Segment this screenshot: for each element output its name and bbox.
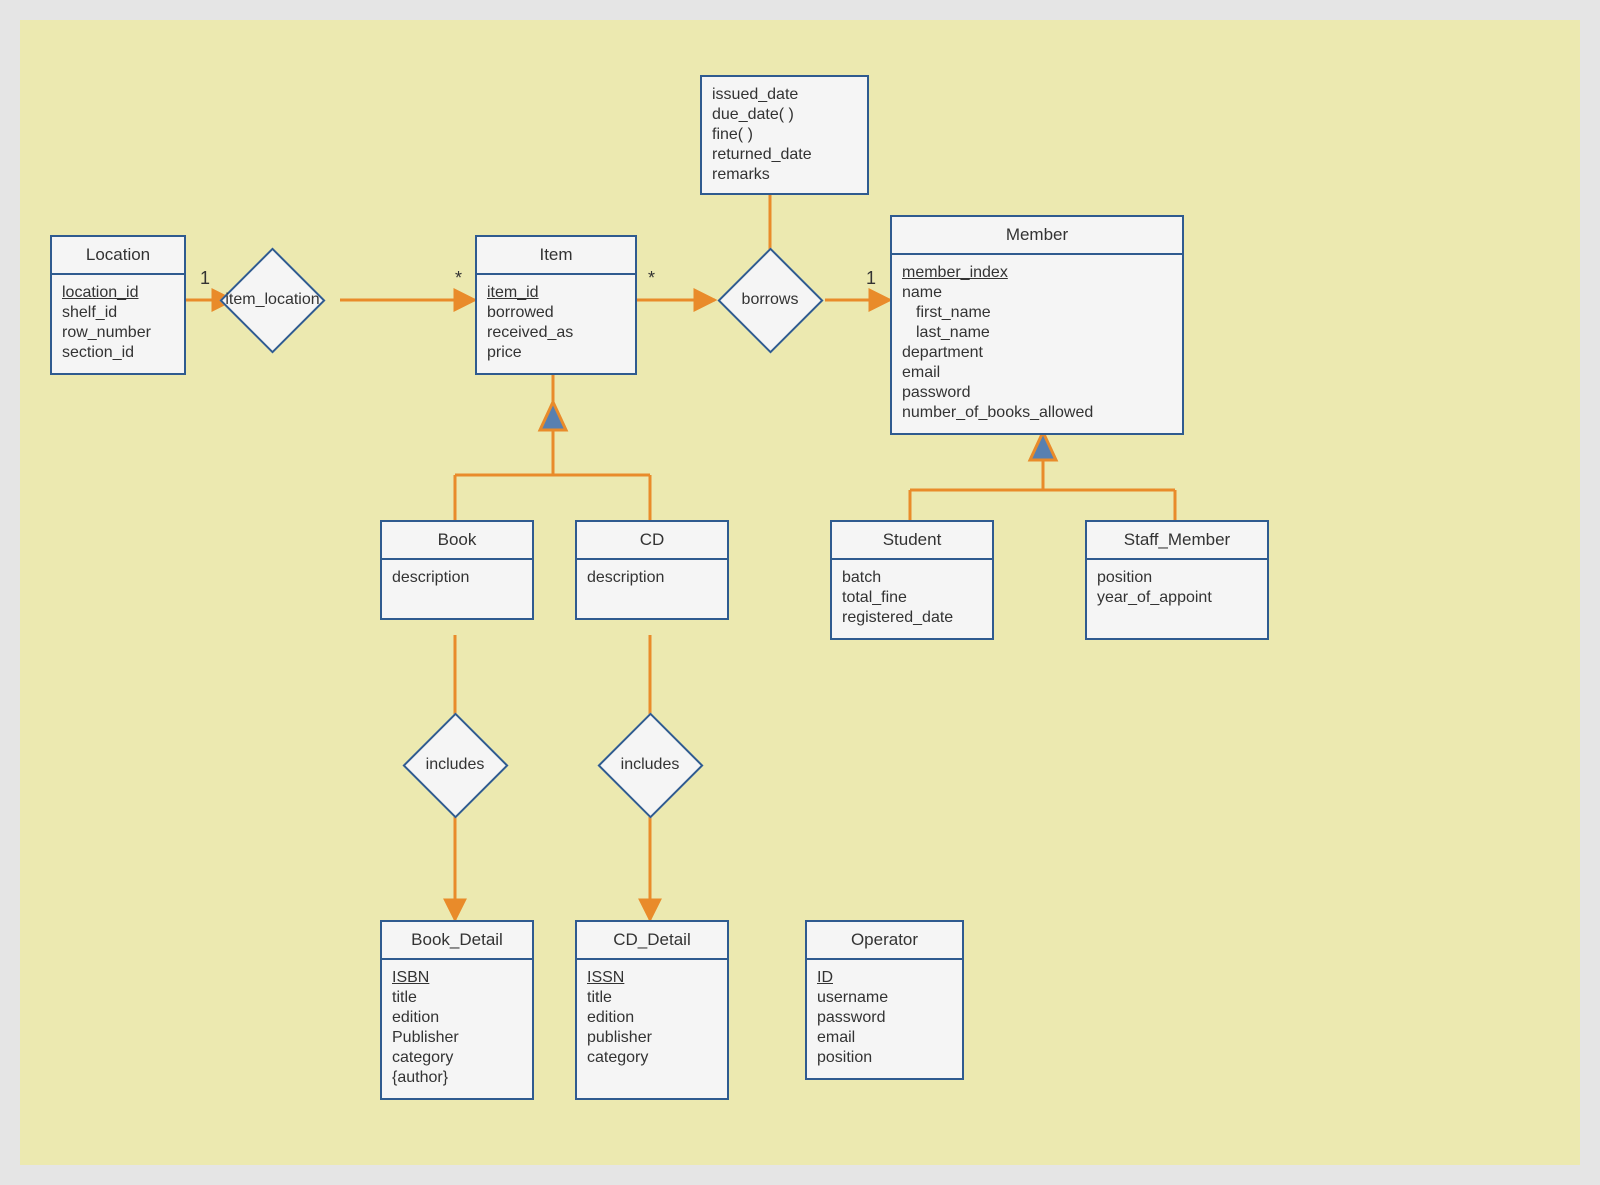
attr: edition — [392, 1008, 522, 1028]
entity-book-detail: Book_Detail ISBN title edition Publisher… — [380, 920, 534, 1100]
attr: due_date( ) — [712, 105, 857, 125]
attr: password — [817, 1008, 952, 1028]
attr: remarks — [712, 165, 857, 185]
attr: username — [817, 988, 952, 1008]
attr: batch — [842, 568, 982, 588]
relationship-label: includes — [426, 756, 485, 774]
attr: borrowed — [487, 303, 625, 323]
entity-title: CD_Detail — [577, 922, 727, 960]
entity-title: Location — [52, 237, 184, 275]
cardinality: 1 — [200, 268, 210, 289]
attr: section_id — [62, 343, 174, 363]
entity-title: Operator — [807, 922, 962, 960]
attr: department — [902, 343, 1172, 363]
entity-title: Member — [892, 217, 1182, 255]
attr: first_name — [902, 303, 1172, 323]
attr: name — [902, 283, 1172, 303]
attr: title — [587, 988, 717, 1008]
entity-cd: CD description — [575, 520, 729, 620]
attr-key: ISBN — [392, 968, 522, 988]
attr: {author} — [392, 1068, 522, 1088]
attr: description — [392, 568, 522, 588]
attr: shelf_id — [62, 303, 174, 323]
cardinality: * — [455, 268, 462, 289]
entity-book: Book description — [380, 520, 534, 620]
attr: email — [902, 363, 1172, 383]
cardinality: 1 — [866, 268, 876, 289]
attr: year_of_appoint — [1097, 588, 1257, 608]
entity-operator: Operator ID username password email posi… — [805, 920, 964, 1080]
attr: password — [902, 383, 1172, 403]
attr: publisher — [587, 1028, 717, 1048]
attr: returned_date — [712, 145, 857, 165]
attr: Publisher — [392, 1028, 522, 1048]
attr: edition — [587, 1008, 717, 1028]
entity-title: Book_Detail — [382, 922, 532, 960]
attr-key: ISSN — [587, 968, 717, 988]
cardinality: * — [648, 268, 655, 289]
entity-title: Student — [832, 522, 992, 560]
entity-staff-member: Staff_Member position year_of_appoint — [1085, 520, 1269, 640]
attr: position — [1097, 568, 1257, 588]
relationship-includes-book: includes — [418, 728, 493, 803]
attr: email — [817, 1028, 952, 1048]
attr: number_of_books_allowed — [902, 403, 1172, 423]
attr-key: member_index — [902, 263, 1172, 283]
relationship-includes-cd: includes — [613, 728, 688, 803]
entity-title: CD — [577, 522, 727, 560]
attr: registered_date — [842, 608, 982, 628]
relationship-label: borrows — [742, 291, 799, 309]
attr: row_number — [62, 323, 174, 343]
relationship-borrows: borrows — [733, 263, 808, 338]
attr: issued_date — [712, 85, 857, 105]
attr: last_name — [902, 323, 1172, 343]
attr: total_fine — [842, 588, 982, 608]
entity-member: Member member_index name first_name last… — [890, 215, 1184, 435]
relationship-label: item_location — [225, 291, 319, 309]
attr: price — [487, 343, 625, 363]
attr: received_as — [487, 323, 625, 343]
entity-title: Item — [477, 237, 635, 275]
entity-title: Book — [382, 522, 532, 560]
borrows-attrs-note: issued_date due_date( ) fine( ) returned… — [700, 75, 869, 195]
attr: description — [587, 568, 717, 588]
relationship-item-location: item_location — [235, 263, 310, 338]
attr-key: item_id — [487, 283, 625, 303]
entity-student: Student batch total_fine registered_date — [830, 520, 994, 640]
entity-title: Staff_Member — [1087, 522, 1267, 560]
entity-item: Item item_id borrowed received_as price — [475, 235, 637, 375]
attr: position — [817, 1048, 952, 1068]
attr: category — [392, 1048, 522, 1068]
attr-key: ID — [817, 968, 952, 988]
attr: category — [587, 1048, 717, 1068]
attr-key: location_id — [62, 283, 174, 303]
entity-location: Location location_id shelf_id row_number… — [50, 235, 186, 375]
diagram-canvas: issued_date due_date( ) fine( ) returned… — [0, 0, 1600, 1185]
attr: fine( ) — [712, 125, 857, 145]
diagram-background: issued_date due_date( ) fine( ) returned… — [20, 20, 1580, 1165]
attr: title — [392, 988, 522, 1008]
entity-cd-detail: CD_Detail ISSN title edition publisher c… — [575, 920, 729, 1100]
relationship-label: includes — [621, 756, 680, 774]
